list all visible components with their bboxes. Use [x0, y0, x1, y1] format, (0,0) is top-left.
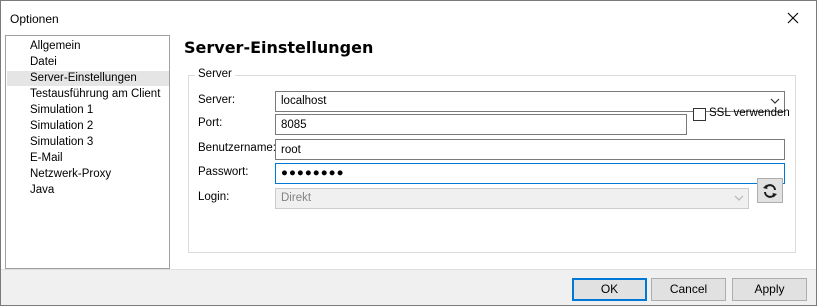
- username-label: Benutzername:: [198, 142, 276, 154]
- sidebar-item-simulation-3[interactable]: Simulation 3: [7, 135, 169, 150]
- ssl-checkbox-label[interactable]: SSL verwenden: [709, 107, 790, 119]
- apply-button[interactable]: Apply: [732, 278, 807, 301]
- ssl-checkbox[interactable]: [693, 108, 706, 121]
- login-value: Direkt: [281, 192, 312, 204]
- server-groupbox: Server Server: localhost Port: SSL verwe…: [188, 68, 796, 253]
- options-dialog: Optionen Allgemein Datei Server-Einstell…: [0, 0, 817, 306]
- sidebar-item-simulation-2[interactable]: Simulation 2: [7, 119, 169, 134]
- server-label: Server:: [198, 94, 236, 106]
- password-field[interactable]: ●●●●●●●●: [275, 163, 785, 184]
- refresh-button[interactable]: [757, 178, 783, 203]
- sidebar-item-datei[interactable]: Datei: [7, 55, 169, 70]
- title-bar: Optionen: [1, 1, 816, 35]
- sidebar-item-testausfuehrung[interactable]: Testausführung am Client: [7, 87, 169, 102]
- port-input[interactable]: [275, 114, 687, 135]
- close-icon: [787, 12, 799, 23]
- server-value: localhost: [281, 95, 327, 107]
- sidebar-item-simulation-1[interactable]: Simulation 1: [7, 103, 169, 118]
- cancel-button[interactable]: Cancel: [651, 278, 726, 301]
- ok-button[interactable]: OK: [572, 278, 647, 301]
- port-label: Port:: [198, 117, 223, 129]
- group-legend: Server: [195, 68, 235, 80]
- settings-panel: Server-Einstellungen Server Server: loca…: [171, 35, 816, 269]
- chevron-down-icon: [734, 195, 744, 201]
- close-button[interactable]: [770, 1, 816, 34]
- window-title: Optionen: [10, 12, 59, 26]
- page-title: Server-Einstellungen: [184, 38, 374, 57]
- login-select: Direkt: [275, 188, 749, 209]
- username-input[interactable]: [275, 139, 785, 160]
- sidebar-item-java[interactable]: Java: [7, 183, 169, 198]
- button-bar: OK Cancel Apply: [1, 269, 816, 305]
- login-label: Login:: [198, 191, 230, 203]
- sidebar-nav: Allgemein Datei Server-Einstellungen Tes…: [5, 35, 170, 269]
- sidebar-item-e-mail[interactable]: E-Mail: [7, 151, 169, 166]
- sidebar-item-allgemein[interactable]: Allgemein: [7, 39, 169, 54]
- chevron-down-icon: [770, 98, 780, 104]
- sidebar-item-netzwerk-proxy[interactable]: Netzwerk-Proxy: [7, 167, 169, 182]
- refresh-icon: [763, 183, 777, 198]
- sidebar-item-server-einstellungen[interactable]: Server-Einstellungen: [7, 71, 169, 86]
- password-label: Passwort:: [198, 166, 249, 178]
